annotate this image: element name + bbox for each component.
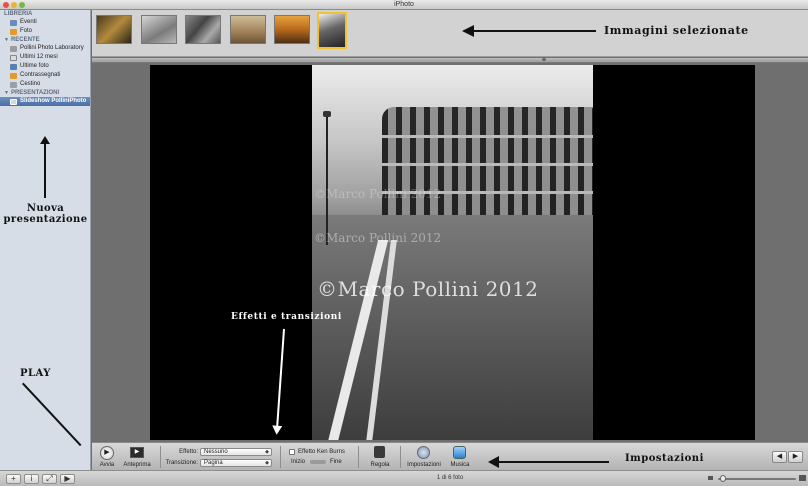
thumbnail[interactable] <box>274 15 310 44</box>
next-button[interactable]: ▶ <box>788 451 803 463</box>
annotation-effetti-transizioni: Effetti e transizioni <box>231 312 342 322</box>
play-icon: ▶ <box>64 474 71 483</box>
zoom-slider[interactable] <box>718 478 796 480</box>
annotation-arrow-left <box>472 30 596 32</box>
zoom-slider-knob[interactable] <box>720 475 726 482</box>
thumbnail[interactable] <box>96 15 132 44</box>
toolbar-separator <box>160 446 161 468</box>
thumbnail-strip: Immagini selezionate <box>92 10 808 57</box>
event-icon <box>10 45 17 52</box>
toolbar-separator <box>358 446 359 468</box>
thumbnail[interactable] <box>230 15 266 44</box>
chevron-updown-icon: ◆ <box>265 449 269 455</box>
flag-icon <box>10 72 17 79</box>
ken-burns-toggle[interactable] <box>310 460 326 464</box>
slideshow-toolbar: ▶ Avvia ▶ Anteprima Effetto: Nessuno ◆ Tr… <box>92 442 808 470</box>
end-label: Fine <box>330 459 342 465</box>
street-lamp <box>323 111 331 245</box>
disclosure-triangle-icon[interactable]: ▼ <box>4 37 9 43</box>
disclosure-triangle-icon[interactable]: ▼ <box>4 90 9 96</box>
arrow-left-icon: ◀ <box>776 453 783 460</box>
fullscreen-icon: ⤢ <box>46 474 53 483</box>
play-button[interactable]: ▶ <box>100 446 114 460</box>
calendar-icon <box>10 54 17 61</box>
annotation-impostazioni: Impostazioni <box>625 453 704 464</box>
sidebar: LIBRERIA Eventi Foto ▼ RECENTE Pollini Ph… <box>0 10 91 470</box>
plus-icon: + <box>11 474 16 483</box>
events-icon <box>10 19 17 26</box>
annotation-immagini-selezionate: Immagini selezionate <box>604 24 749 37</box>
preview-label: Anteprima <box>123 462 151 468</box>
ken-burns-checkbox[interactable] <box>289 449 295 455</box>
photo-count: 1 di 6 foto <box>436 475 464 481</box>
sidebar-section-presentazioni[interactable]: ▼ PRESENTAZIONI <box>0 89 90 97</box>
add-button[interactable]: + <box>6 474 21 484</box>
musica-button[interactable]: Musica <box>448 462 472 468</box>
sidebar-item-ultime-foto[interactable]: Ultime foto <box>0 62 90 71</box>
colosseum-image <box>382 107 593 227</box>
slideshow-play-button[interactable]: ▶ <box>60 474 75 484</box>
watermark-text: ©Marco Pollini 2012 <box>317 277 539 301</box>
annotation-arrow-down <box>276 328 285 429</box>
slide-canvas: ©Marco Pollini 2012 ©Marco Pollini 2012 … <box>92 63 808 442</box>
toolbar-separator <box>400 446 401 468</box>
sidebar-item-slideshow[interactable]: Slideshow PolliniPhoto <box>0 97 90 106</box>
impostazioni-button[interactable]: Impostazioni <box>404 462 444 468</box>
previous-button[interactable]: ◀ <box>772 451 787 463</box>
sidebar-item-eventi[interactable]: Eventi <box>0 18 90 27</box>
annotation-nuova-presentazione: Nuova presentazione <box>3 203 88 225</box>
watermark-text: ©Marco Pollini 2012 <box>314 231 442 245</box>
sidebar-item-cestino[interactable]: Cestino <box>0 80 90 89</box>
gear-icon[interactable] <box>417 446 430 459</box>
window-title: iPhoto <box>394 1 414 8</box>
effect-label: Effetto: <box>179 449 198 455</box>
effect-select[interactable]: Nessuno ◆ <box>200 448 272 456</box>
title-bar: iPhoto <box>0 0 808 10</box>
street-image <box>312 215 593 440</box>
small-thumbnail-icon <box>708 476 713 480</box>
arrow-right-icon: ▶ <box>792 453 799 460</box>
watermark-text: ©Marco Pollini 2012 <box>314 187 442 201</box>
trash-icon <box>10 81 17 88</box>
play-label: Avvia <box>99 462 115 468</box>
ken-burns-label: Effetto Ken Burns <box>298 449 345 455</box>
preview-button[interactable]: ▶ <box>130 447 144 458</box>
annotation-arrow-left <box>497 461 609 463</box>
slide-photo: ©Marco Pollini 2012 ©Marco Pollini 2012 … <box>312 65 593 440</box>
play-icon: ▶ <box>104 449 110 456</box>
annotation-play: PLAY <box>20 368 51 379</box>
large-thumbnail-icon <box>799 475 806 481</box>
fullscreen-button[interactable]: ⤢ <box>42 474 57 484</box>
transition-select[interactable]: Pagina ◆ <box>200 459 272 467</box>
start-label: Inizio <box>291 459 306 465</box>
info-icon: i <box>30 474 33 483</box>
thumbnail[interactable] <box>185 15 221 44</box>
slideshow-icon <box>10 98 17 105</box>
status-bar: + i ⤢ ▶ 1 di 6 foto <box>0 470 808 486</box>
music-icon[interactable] <box>453 446 466 459</box>
adjust-icon[interactable] <box>374 446 385 458</box>
slide[interactable]: ©Marco Pollini 2012 ©Marco Pollini 2012 … <box>150 65 755 440</box>
sidebar-item-contrassegnati[interactable]: Contrassegnati <box>0 71 90 80</box>
sidebar-section-libreria: LIBRERIA <box>4 11 33 17</box>
info-button[interactable]: i <box>24 474 39 484</box>
toolbar-separator <box>280 446 281 468</box>
sidebar-item-pollini-lab[interactable]: Pollini Photo Laboratory <box>0 44 90 53</box>
thumbnail-selected[interactable] <box>317 12 347 49</box>
resize-handle-icon[interactable] <box>542 58 546 61</box>
transition-label: Transizione: <box>165 460 198 466</box>
preview-icon: ▶ <box>134 449 140 455</box>
photos-icon <box>10 28 17 35</box>
annotation-arrow-up <box>40 136 50 198</box>
import-icon <box>10 63 17 70</box>
sidebar-item-foto[interactable]: Foto <box>0 27 90 36</box>
chevron-updown-icon: ◆ <box>265 460 269 466</box>
regola-button[interactable]: Regola <box>366 462 394 468</box>
sidebar-item-ultimi-12-mesi[interactable]: Ultimi 12 mesi <box>0 53 90 62</box>
sidebar-section-recente[interactable]: ▼ RECENTE <box>0 36 90 44</box>
thumbnail[interactable] <box>141 15 177 44</box>
